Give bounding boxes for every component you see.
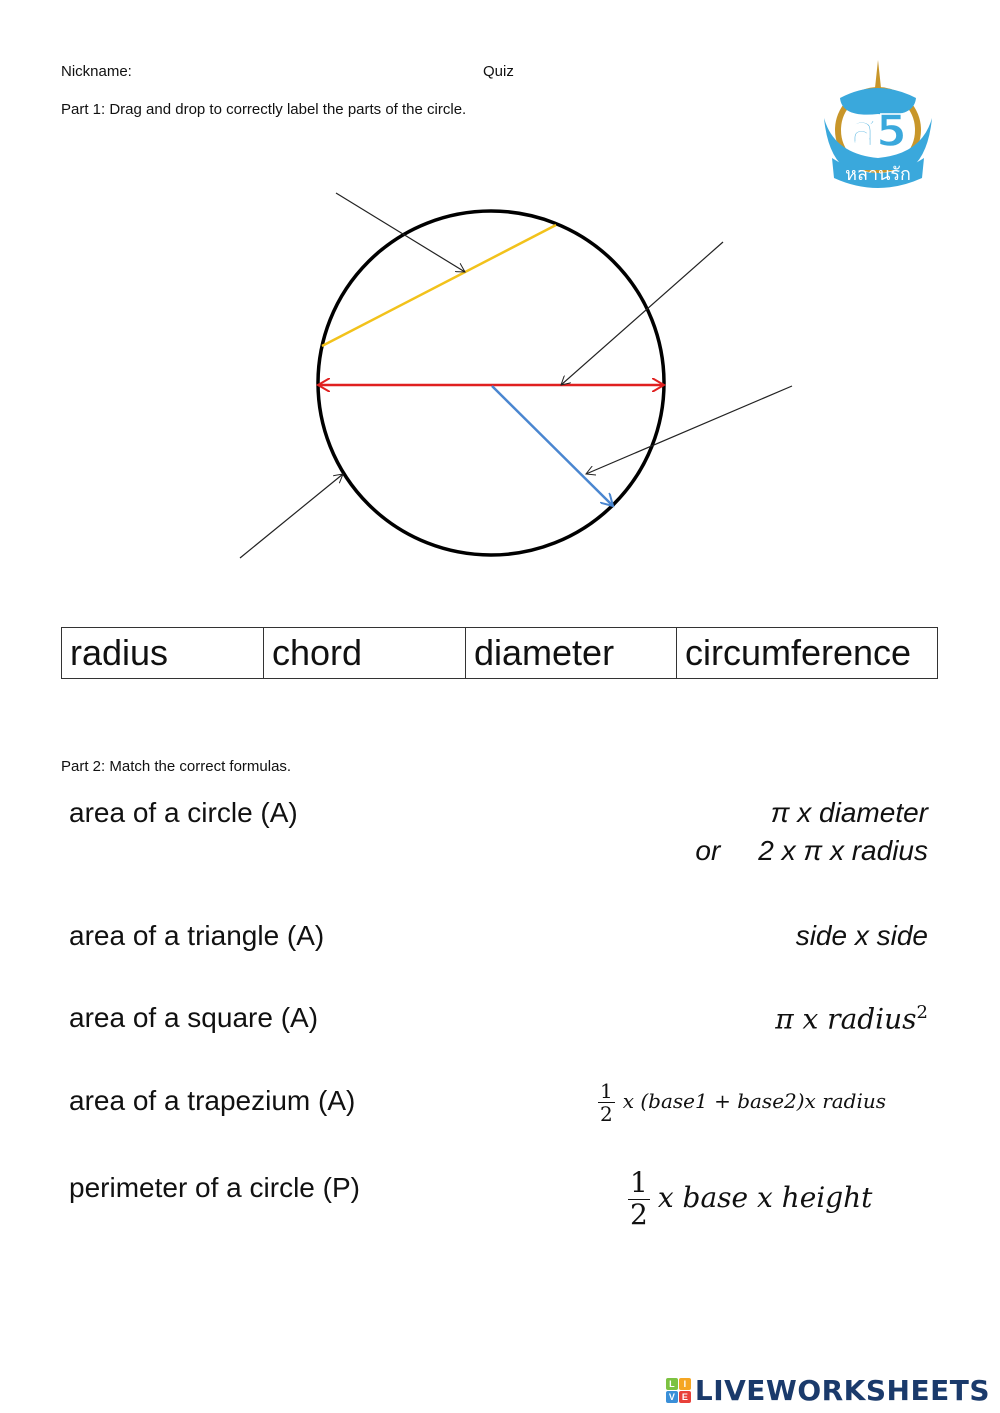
fraction-numerator: 1: [628, 1166, 650, 1200]
match-label-circle-perimeter[interactable]: perimeter of a circle (P): [69, 1172, 360, 1204]
part1-instruction: Part 1: Drag and drop to correctly label…: [61, 101, 467, 118]
fraction-denominator: 2: [600, 1102, 613, 1126]
word-bank-item-diameter[interactable]: diameter: [465, 627, 677, 679]
live-badge-letter: I: [678, 1378, 691, 1390]
word-bank: radius chord diameter circumference: [61, 627, 938, 679]
word-bank-item-chord[interactable]: chord: [263, 627, 466, 679]
liveworksheets-brand: L I V E LIVEWORKSHEETS: [665, 1374, 990, 1407]
live-badge-letter: E: [678, 1391, 691, 1403]
word-bank-item-radius[interactable]: radius: [61, 627, 264, 679]
live-badge-letter: V: [665, 1391, 678, 1403]
circle-diagram: [239, 192, 793, 559]
school-logo: ส5 หลานรัก: [818, 58, 938, 188]
formula-triangle-rest: x base x height: [657, 1180, 873, 1214]
nickname-label: Nickname:: [61, 63, 132, 80]
quiz-label: Quiz: [483, 63, 514, 80]
pointer-arrow-circumference: [239, 474, 343, 559]
formula-side-x-side[interactable]: side x side: [796, 920, 928, 952]
formula-pi-radius-squared[interactable]: π x radius2: [775, 1002, 928, 1035]
match-label-trapezium-area[interactable]: area of a trapezium (A): [69, 1085, 355, 1117]
live-badge-icon: L I V E: [665, 1378, 691, 1403]
chord-line: [321, 223, 557, 348]
match-label-square-area[interactable]: area of a square (A): [69, 1002, 318, 1034]
formula-triangle[interactable]: 12 x base x height: [628, 1166, 873, 1231]
radius-line: [491, 385, 613, 506]
match-label-circle-area[interactable]: area of a circle (A): [69, 797, 298, 829]
match-label-triangle-area[interactable]: area of a triangle (A): [69, 920, 324, 952]
formula-trapezium[interactable]: 12 x (base1 + base2)x radius: [598, 1080, 886, 1125]
formula-trapezium-rest: x (base1 + base2)x radius: [622, 1089, 887, 1113]
formula-2-pi-radius: 2 x π x radius: [758, 835, 928, 866]
pointer-arrow-diameter: [561, 241, 724, 385]
fraction-denominator: 2: [630, 1197, 648, 1231]
pointer-arrow-chord: [335, 192, 465, 272]
formula-pi-diameter: π x diameter: [770, 797, 928, 828]
formula-pi-radius: π x radius: [775, 1002, 917, 1036]
formula-exponent: 2: [916, 1002, 928, 1023]
brand-name: LIVEWORKSHEETS: [694, 1374, 990, 1407]
formula-circumference[interactable]: π x diameter or 2 x π x radius: [695, 797, 928, 867]
fraction-numerator: 1: [598, 1079, 615, 1103]
word-bank-item-circumference[interactable]: circumference: [676, 627, 938, 679]
pointer-arrow-radius: [586, 385, 793, 474]
logo-text: ส5: [849, 106, 906, 157]
formula-or: or: [695, 835, 721, 866]
live-badge-letter: L: [665, 1378, 678, 1390]
part2-instruction: Part 2: Match the correct formulas.: [61, 758, 292, 775]
